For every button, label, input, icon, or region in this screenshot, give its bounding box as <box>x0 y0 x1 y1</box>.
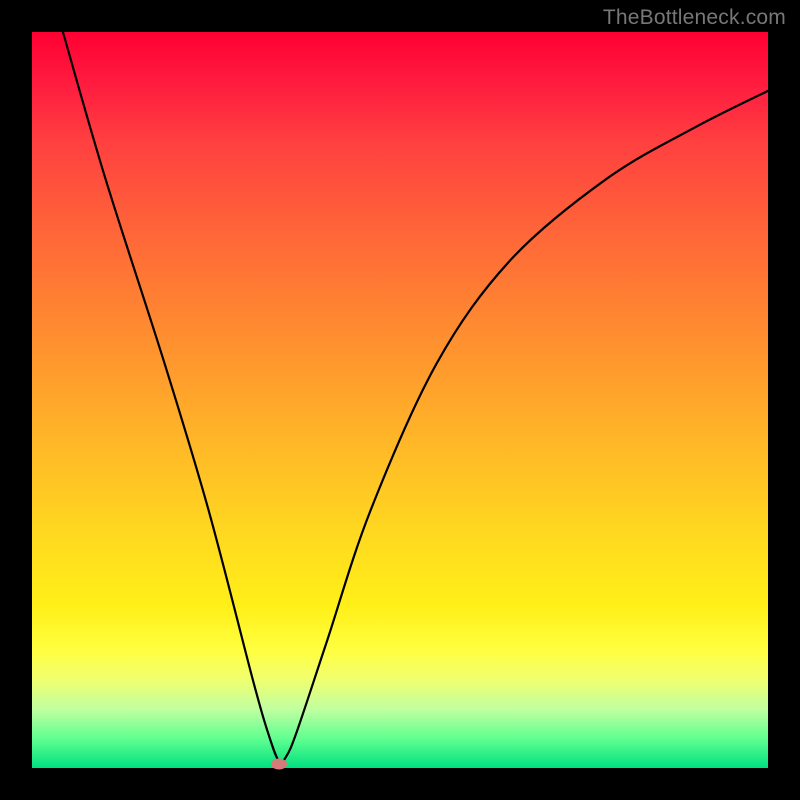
curve-svg <box>32 32 768 768</box>
chart-frame: TheBottleneck.com <box>0 0 800 800</box>
minimum-marker <box>271 759 287 770</box>
bottleneck-curve-path <box>63 32 768 763</box>
watermark-text: TheBottleneck.com <box>603 6 786 30</box>
plot-area <box>32 32 768 768</box>
